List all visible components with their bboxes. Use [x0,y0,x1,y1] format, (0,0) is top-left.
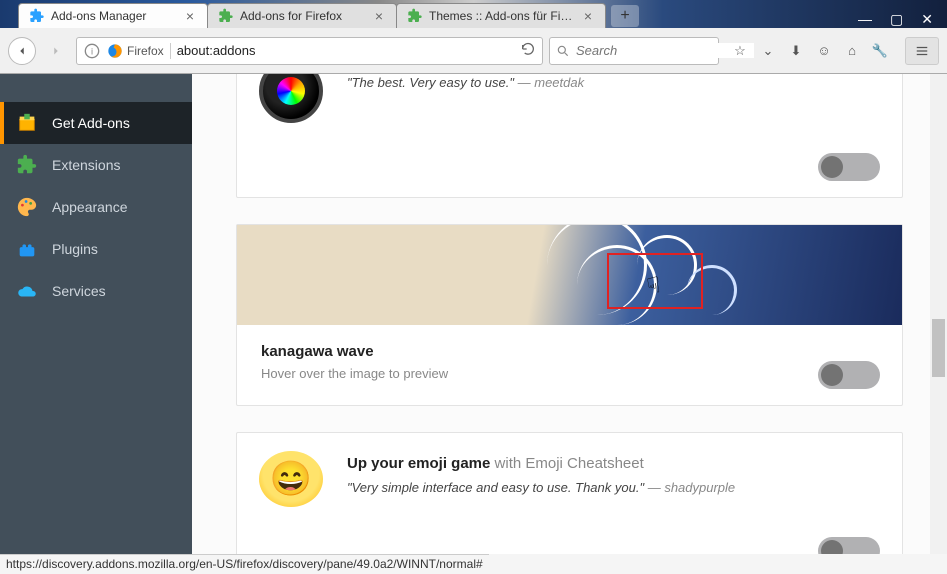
status-bar: https://discovery.addons.mozilla.org/en-… [0,554,489,574]
search-bar[interactable] [549,37,719,65]
review-author: — meetdak [518,75,584,90]
titlebar: Add-ons Manager × Add-ons for Firefox × … [0,0,947,28]
install-toggle[interactable] [818,153,880,181]
sidebar-item-label: Extensions [52,157,120,173]
review-quote: "The best. Very easy to use." [347,75,514,90]
tab-addons-for-firefox[interactable]: Add-ons for Firefox × [207,3,397,28]
sidebar-item-extensions[interactable]: Extensions [0,144,192,186]
reload-button[interactable] [520,41,536,60]
info-icon[interactable]: i [83,42,101,60]
main-area: Get Add-ons Extensions Appearance Plugin… [0,74,947,554]
reload-icon [520,41,536,57]
sidebar-item-label: Appearance [52,199,128,215]
sidebar-item-get-addons[interactable]: Get Add-ons [0,102,192,144]
addon-card: "The best. Very easy to use." — meetdak [236,74,903,198]
addon-title: Up your emoji game [347,455,490,472]
arrow-left-icon [15,44,29,58]
pocket-icon[interactable]: ⌄ [759,42,777,60]
search-icon [556,42,570,60]
install-toggle[interactable] [818,537,880,554]
puzzle-icon [16,154,38,176]
dev-icon[interactable]: 🔧 [871,42,889,60]
svg-text:i: i [91,46,93,56]
sidebar-item-label: Services [52,283,106,299]
minimize-button[interactable]: — [858,11,872,28]
maximize-button[interactable]: ▢ [890,11,903,28]
tab-strip: Add-ons Manager × Add-ons for Firefox × … [18,3,639,28]
addon-icon [259,74,323,123]
palette-icon [16,196,38,218]
cloud-icon [16,280,38,302]
arrow-right-icon [49,44,63,58]
sidebar-item-services[interactable]: Services [0,270,192,312]
status-text: https://discovery.addons.mozilla.org/en-… [6,557,483,571]
url-input[interactable] [177,43,514,58]
downloads-icon[interactable]: ⬇ [787,42,805,60]
home-icon[interactable]: ⌂ [843,42,861,60]
close-window-button[interactable]: ✕ [921,11,933,28]
tab-label: Themes :: Add-ons für Fir… [429,9,575,23]
sidebar-item-label: Plugins [52,241,98,257]
navbar: i Firefox ☆ ⌄ ⬇ ☺ ⌂ 🔧 [0,28,947,74]
sidebar-item-label: Get Add-ons [52,115,130,131]
theme-card-kanagawa: ☟ kanagawa wave Hover over the image to … [236,224,903,406]
sidebar-item-plugins[interactable]: Plugins [0,228,192,270]
identity-badge[interactable]: Firefox [107,43,171,59]
toolbar-icons: ☆ ⌄ ⬇ ☺ ⌂ 🔧 [725,42,895,60]
addon-subtitle: with Emoji Cheatsheet [490,455,643,472]
bookmark-star-icon[interactable]: ☆ [731,42,749,60]
firefox-icon [107,43,123,59]
close-icon[interactable]: × [581,8,595,24]
review-author: — shadypurple [648,480,735,495]
window-controls: — ▢ ✕ [858,9,947,28]
scrollbar[interactable] [930,74,947,554]
close-icon[interactable]: × [372,8,386,24]
app-menu-button[interactable] [905,37,939,65]
rainbow-ring-icon [277,77,305,105]
identity-label: Firefox [127,44,164,58]
close-icon[interactable]: × [183,8,197,24]
install-toggle[interactable] [818,361,880,389]
tab-label: Add-ons Manager [51,9,177,23]
tab-themes[interactable]: Themes :: Add-ons für Fir… × [396,3,606,28]
tab-addons-manager[interactable]: Add-ons Manager × [18,3,208,28]
emoji-icon: 😄 [259,451,323,507]
tab-label: Add-ons for Firefox [240,9,366,23]
box-icon [16,112,38,134]
sidebar-item-appearance[interactable]: Appearance [0,186,192,228]
lego-icon [16,238,38,260]
content-pane[interactable]: "The best. Very easy to use." — meetdak … [192,74,947,554]
theme-preview[interactable]: ☟ [237,225,902,325]
scroll-thumb[interactable] [932,319,945,377]
smiley-icon[interactable]: ☺ [815,42,833,60]
puzzle-icon [407,8,423,24]
new-tab-button[interactable]: + [611,5,639,27]
puzzle-icon [218,8,234,24]
url-bar[interactable]: i Firefox [76,37,543,65]
forward-button[interactable] [42,37,70,65]
back-button[interactable] [8,37,36,65]
addon-card-emoji: 😄 Up your emoji game with Emoji Cheatshe… [236,432,903,554]
puzzle-icon [29,8,45,24]
sidebar: Get Add-ons Extensions Appearance Plugin… [0,74,192,554]
review-quote: "Very simple interface and easy to use. … [347,480,644,495]
hamburger-icon [914,44,930,58]
